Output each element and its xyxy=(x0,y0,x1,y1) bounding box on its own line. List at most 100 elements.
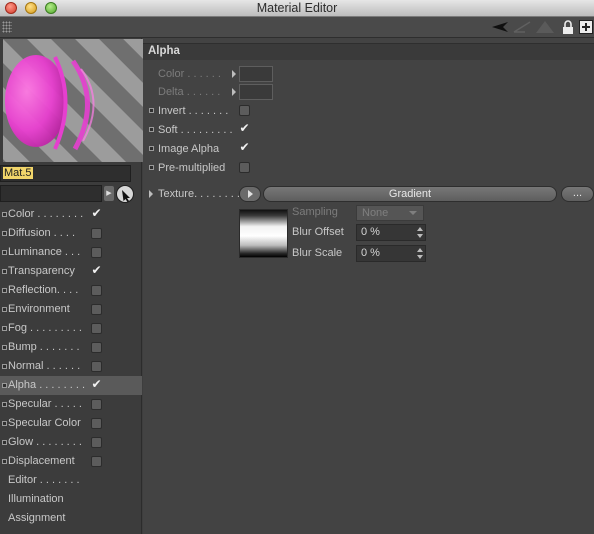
channel-item[interactable]: Glow . . . . . . . . xyxy=(0,433,142,452)
channel-checkbox[interactable] xyxy=(91,285,102,296)
gradient-button[interactable]: Gradient xyxy=(263,186,557,202)
channel-item[interactable]: Environment xyxy=(0,300,142,319)
channel-checkbox[interactable] xyxy=(91,418,102,429)
channel-filter-row: ▶ xyxy=(0,185,142,203)
section-title: Alpha xyxy=(148,45,180,57)
channel-checkbox[interactable]: ✔ xyxy=(91,378,102,391)
new-window-icon[interactable] xyxy=(578,19,593,35)
channel-item[interactable]: Bump . . . . . . . xyxy=(0,338,142,357)
channel-checkbox[interactable] xyxy=(91,437,102,448)
delta-expand-icon[interactable] xyxy=(232,88,236,96)
channel-animate-icon[interactable] xyxy=(2,269,7,274)
channel-item[interactable]: Specular Color xyxy=(0,414,142,433)
soft-row: Soft . . . . . . . . . ✔ xyxy=(143,121,594,139)
channel-item[interactable]: Luminance . . . xyxy=(0,243,142,262)
channel-item[interactable]: Displacement xyxy=(0,452,142,471)
color-expand-icon[interactable] xyxy=(232,70,236,78)
material-preview[interactable] xyxy=(3,39,146,162)
texture-row: Texture. . . . . . . . Gradient ... xyxy=(143,185,594,203)
channel-checkbox[interactable] xyxy=(91,228,102,239)
premultiplied-animate-icon[interactable] xyxy=(149,165,154,170)
delta-swatch[interactable] xyxy=(239,84,273,100)
alpha-settings-panel: Alpha Color . . . . . . Delta . . . . . … xyxy=(143,38,594,534)
blur-offset-label: Blur Offset xyxy=(292,226,344,238)
blur-offset-field[interactable]: 0 % xyxy=(356,224,426,241)
channel-item[interactable]: Reflection. . . . xyxy=(0,281,142,300)
channel-item[interactable]: Specular . . . . . xyxy=(0,395,142,414)
channel-animate-icon[interactable] xyxy=(2,345,7,350)
channel-label: Specular . . . . . xyxy=(8,398,82,410)
up-arrow-icon[interactable] xyxy=(534,19,556,35)
grip-handle-icon[interactable] xyxy=(2,21,12,33)
channel-item[interactable]: Color . . . . . . . . ✔ xyxy=(0,205,142,224)
channel-label: Editor . . . . . . . xyxy=(8,474,80,486)
forward-arrow-icon[interactable] xyxy=(512,19,532,35)
channel-checkbox[interactable] xyxy=(91,342,102,353)
channel-animate-icon[interactable] xyxy=(2,440,7,445)
channel-checkbox[interactable] xyxy=(91,361,102,372)
channel-checkbox[interactable] xyxy=(91,247,102,258)
channel-checkbox[interactable] xyxy=(91,399,102,410)
blur-scale-stepper-icon[interactable] xyxy=(417,248,423,259)
channel-animate-icon[interactable] xyxy=(2,231,7,236)
premultiplied-label: Pre-multiplied xyxy=(158,162,226,174)
channel-panel: Mat.5 ▶ Color . . . . . . . . ✔ Diffusion … xyxy=(0,38,146,534)
lock-icon[interactable] xyxy=(561,19,575,35)
channel-item[interactable]: Editor . . . . . . . xyxy=(0,471,142,490)
channel-checkbox[interactable] xyxy=(91,456,102,467)
channel-item[interactable]: Assignment xyxy=(0,509,142,528)
channel-filter-field[interactable] xyxy=(0,185,102,202)
channel-label: Environment xyxy=(8,303,70,315)
channel-animate-icon[interactable] xyxy=(2,250,7,255)
channel-label: Transparency xyxy=(8,265,75,277)
channel-animate-icon[interactable] xyxy=(2,364,7,369)
pick-cursor-button[interactable] xyxy=(116,185,134,203)
invert-animate-icon[interactable] xyxy=(149,108,154,113)
soft-label: Soft . . . . . . . . . xyxy=(158,124,233,136)
blur-scale-field[interactable]: 0 % xyxy=(356,245,426,262)
invert-row: Invert . . . . . . . xyxy=(143,102,594,120)
channel-animate-icon[interactable] xyxy=(2,288,7,293)
channel-item[interactable]: Normal . . . . . . xyxy=(0,357,142,376)
image-alpha-animate-icon[interactable] xyxy=(149,146,154,151)
channel-checkbox[interactable] xyxy=(91,323,102,334)
color-row: Color . . . . . . xyxy=(143,65,594,83)
channel-animate-icon[interactable] xyxy=(2,212,7,217)
channel-checkbox[interactable]: ✔ xyxy=(91,264,102,277)
channel-item[interactable]: Alpha . . . . . . . . ✔ xyxy=(0,376,142,395)
color-swatch[interactable] xyxy=(239,66,273,82)
texture-browse-button[interactable]: ... xyxy=(561,186,594,202)
channel-item[interactable]: Diffusion . . . . xyxy=(0,224,142,243)
channel-animate-icon[interactable] xyxy=(2,307,7,312)
expand-arrow-button[interactable]: ▶ xyxy=(104,186,114,201)
invert-checkbox[interactable] xyxy=(239,105,250,116)
texture-label: Texture. . . . . . . . xyxy=(158,188,240,200)
channel-label: Glow . . . . . . . . xyxy=(8,436,82,448)
channel-item[interactable]: Transparency ✔ xyxy=(0,262,142,281)
material-name-field[interactable]: Mat.5 xyxy=(0,165,131,182)
channel-animate-icon[interactable] xyxy=(2,459,7,464)
channel-label: Specular Color xyxy=(8,417,81,429)
back-arrow-icon[interactable] xyxy=(490,19,510,35)
soft-checkbox[interactable]: ✔ xyxy=(239,122,250,135)
premultiplied-checkbox[interactable] xyxy=(239,162,250,173)
image-alpha-checkbox[interactable]: ✔ xyxy=(239,141,250,154)
channel-animate-icon[interactable] xyxy=(2,421,7,426)
sampling-dropdown[interactable]: None xyxy=(356,205,424,221)
channel-item[interactable]: Fog . . . . . . . . . xyxy=(0,319,142,338)
gradient-preview[interactable] xyxy=(239,209,288,258)
delta-label: Delta . . . . . . xyxy=(158,86,221,98)
blur-offset-stepper-icon[interactable] xyxy=(417,227,423,238)
channel-animate-icon[interactable] xyxy=(2,402,7,407)
channel-checkbox[interactable]: ✔ xyxy=(91,207,102,220)
soft-animate-icon[interactable] xyxy=(149,127,154,132)
image-alpha-label: Image Alpha xyxy=(158,143,220,155)
channel-animate-icon[interactable] xyxy=(2,326,7,331)
channel-animate-icon[interactable] xyxy=(2,383,7,388)
texture-menu-button[interactable] xyxy=(239,186,261,202)
channel-label: Normal . . . . . . xyxy=(8,360,81,372)
texture-expand-icon[interactable] xyxy=(149,190,153,198)
channel-item[interactable]: Illumination xyxy=(0,490,142,509)
channel-checkbox[interactable] xyxy=(91,304,102,315)
channel-label: Bump . . . . . . . xyxy=(8,341,80,353)
